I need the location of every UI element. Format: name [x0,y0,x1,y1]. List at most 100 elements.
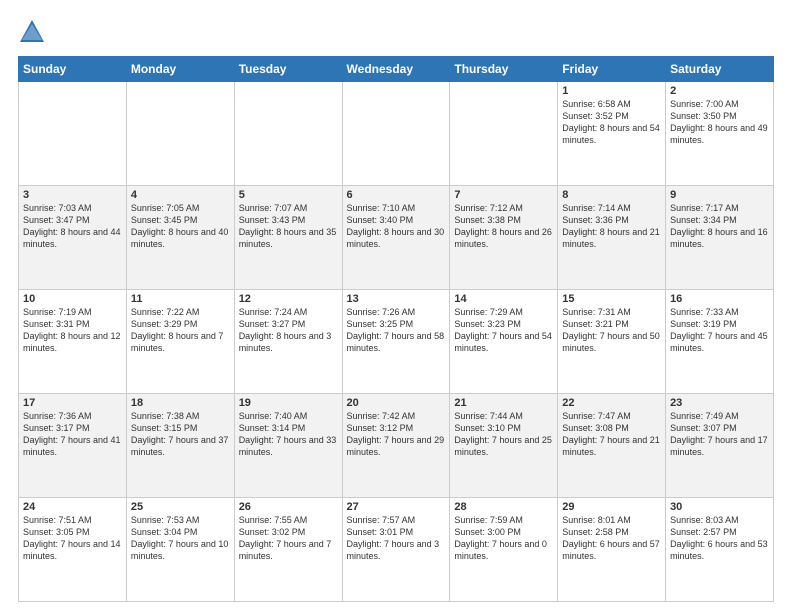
day-number: 25 [131,501,230,513]
day-number: 20 [347,397,446,409]
day-cell: 19Sunrise: 7:40 AM Sunset: 3:14 PM Dayli… [234,394,342,498]
day-number: 5 [239,189,338,201]
week-row-1: 1Sunrise: 6:58 AM Sunset: 3:52 PM Daylig… [19,82,774,186]
day-info: Sunrise: 7:03 AM Sunset: 3:47 PM Dayligh… [23,202,122,251]
day-number: 30 [670,501,769,513]
header [18,18,774,46]
day-number: 10 [23,293,122,305]
day-number: 8 [562,189,661,201]
week-row-2: 3Sunrise: 7:03 AM Sunset: 3:47 PM Daylig… [19,186,774,290]
day-number: 19 [239,397,338,409]
weekday-header-sunday: Sunday [19,57,127,82]
day-number: 2 [670,85,769,97]
weekday-header-thursday: Thursday [450,57,558,82]
day-info: Sunrise: 7:49 AM Sunset: 3:07 PM Dayligh… [670,410,769,459]
day-number: 21 [454,397,553,409]
day-info: Sunrise: 7:33 AM Sunset: 3:19 PM Dayligh… [670,306,769,355]
day-info: Sunrise: 8:01 AM Sunset: 2:58 PM Dayligh… [562,514,661,563]
day-cell: 3Sunrise: 7:03 AM Sunset: 3:47 PM Daylig… [19,186,127,290]
day-info: Sunrise: 7:00 AM Sunset: 3:50 PM Dayligh… [670,98,769,147]
day-info: Sunrise: 7:19 AM Sunset: 3:31 PM Dayligh… [23,306,122,355]
day-info: Sunrise: 6:58 AM Sunset: 3:52 PM Dayligh… [562,98,661,147]
day-number: 17 [23,397,122,409]
calendar-table: SundayMondayTuesdayWednesdayThursdayFrid… [18,56,774,602]
day-number: 15 [562,293,661,305]
day-info: Sunrise: 7:29 AM Sunset: 3:23 PM Dayligh… [454,306,553,355]
day-cell: 26Sunrise: 7:55 AM Sunset: 3:02 PM Dayli… [234,498,342,602]
day-cell: 27Sunrise: 7:57 AM Sunset: 3:01 PM Dayli… [342,498,450,602]
day-number: 4 [131,189,230,201]
day-cell [19,82,127,186]
day-cell: 22Sunrise: 7:47 AM Sunset: 3:08 PM Dayli… [558,394,666,498]
day-info: Sunrise: 7:38 AM Sunset: 3:15 PM Dayligh… [131,410,230,459]
day-cell: 15Sunrise: 7:31 AM Sunset: 3:21 PM Dayli… [558,290,666,394]
day-number: 22 [562,397,661,409]
day-number: 1 [562,85,661,97]
day-info: Sunrise: 7:55 AM Sunset: 3:02 PM Dayligh… [239,514,338,563]
weekday-header-wednesday: Wednesday [342,57,450,82]
day-info: Sunrise: 7:51 AM Sunset: 3:05 PM Dayligh… [23,514,122,563]
day-info: Sunrise: 7:24 AM Sunset: 3:27 PM Dayligh… [239,306,338,355]
day-info: Sunrise: 7:42 AM Sunset: 3:12 PM Dayligh… [347,410,446,459]
day-cell: 5Sunrise: 7:07 AM Sunset: 3:43 PM Daylig… [234,186,342,290]
day-cell: 7Sunrise: 7:12 AM Sunset: 3:38 PM Daylig… [450,186,558,290]
day-info: Sunrise: 7:59 AM Sunset: 3:00 PM Dayligh… [454,514,553,563]
day-cell: 24Sunrise: 7:51 AM Sunset: 3:05 PM Dayli… [19,498,127,602]
day-info: Sunrise: 7:47 AM Sunset: 3:08 PM Dayligh… [562,410,661,459]
day-info: Sunrise: 7:17 AM Sunset: 3:34 PM Dayligh… [670,202,769,251]
day-number: 23 [670,397,769,409]
day-number: 3 [23,189,122,201]
day-cell [450,82,558,186]
day-info: Sunrise: 7:14 AM Sunset: 3:36 PM Dayligh… [562,202,661,251]
day-cell: 1Sunrise: 6:58 AM Sunset: 3:52 PM Daylig… [558,82,666,186]
day-number: 9 [670,189,769,201]
day-cell: 8Sunrise: 7:14 AM Sunset: 3:36 PM Daylig… [558,186,666,290]
day-info: Sunrise: 7:22 AM Sunset: 3:29 PM Dayligh… [131,306,230,355]
day-cell [342,82,450,186]
weekday-header-monday: Monday [126,57,234,82]
day-number: 26 [239,501,338,513]
day-number: 13 [347,293,446,305]
day-info: Sunrise: 7:57 AM Sunset: 3:01 PM Dayligh… [347,514,446,563]
day-number: 29 [562,501,661,513]
day-info: Sunrise: 7:36 AM Sunset: 3:17 PM Dayligh… [23,410,122,459]
day-cell: 29Sunrise: 8:01 AM Sunset: 2:58 PM Dayli… [558,498,666,602]
day-number: 12 [239,293,338,305]
day-info: Sunrise: 7:26 AM Sunset: 3:25 PM Dayligh… [347,306,446,355]
day-number: 7 [454,189,553,201]
weekday-header-saturday: Saturday [666,57,774,82]
day-info: Sunrise: 7:05 AM Sunset: 3:45 PM Dayligh… [131,202,230,251]
day-cell: 12Sunrise: 7:24 AM Sunset: 3:27 PM Dayli… [234,290,342,394]
weekday-header-tuesday: Tuesday [234,57,342,82]
day-number: 18 [131,397,230,409]
week-row-4: 17Sunrise: 7:36 AM Sunset: 3:17 PM Dayli… [19,394,774,498]
weekday-header-friday: Friday [558,57,666,82]
day-cell: 20Sunrise: 7:42 AM Sunset: 3:12 PM Dayli… [342,394,450,498]
logo-icon [18,18,46,46]
day-number: 6 [347,189,446,201]
week-row-5: 24Sunrise: 7:51 AM Sunset: 3:05 PM Dayli… [19,498,774,602]
day-cell: 17Sunrise: 7:36 AM Sunset: 3:17 PM Dayli… [19,394,127,498]
day-info: Sunrise: 7:31 AM Sunset: 3:21 PM Dayligh… [562,306,661,355]
logo [18,18,48,46]
day-cell: 30Sunrise: 8:03 AM Sunset: 2:57 PM Dayli… [666,498,774,602]
day-cell: 6Sunrise: 7:10 AM Sunset: 3:40 PM Daylig… [342,186,450,290]
weekday-header-row: SundayMondayTuesdayWednesdayThursdayFrid… [19,57,774,82]
day-cell: 2Sunrise: 7:00 AM Sunset: 3:50 PM Daylig… [666,82,774,186]
calendar-page: SundayMondayTuesdayWednesdayThursdayFrid… [0,0,792,612]
day-info: Sunrise: 7:12 AM Sunset: 3:38 PM Dayligh… [454,202,553,251]
day-cell: 18Sunrise: 7:38 AM Sunset: 3:15 PM Dayli… [126,394,234,498]
day-cell: 16Sunrise: 7:33 AM Sunset: 3:19 PM Dayli… [666,290,774,394]
day-number: 27 [347,501,446,513]
day-number: 11 [131,293,230,305]
day-info: Sunrise: 7:44 AM Sunset: 3:10 PM Dayligh… [454,410,553,459]
day-number: 14 [454,293,553,305]
day-cell: 4Sunrise: 7:05 AM Sunset: 3:45 PM Daylig… [126,186,234,290]
day-cell: 9Sunrise: 7:17 AM Sunset: 3:34 PM Daylig… [666,186,774,290]
day-cell: 14Sunrise: 7:29 AM Sunset: 3:23 PM Dayli… [450,290,558,394]
day-number: 24 [23,501,122,513]
day-info: Sunrise: 7:10 AM Sunset: 3:40 PM Dayligh… [347,202,446,251]
day-cell: 28Sunrise: 7:59 AM Sunset: 3:00 PM Dayli… [450,498,558,602]
day-info: Sunrise: 7:07 AM Sunset: 3:43 PM Dayligh… [239,202,338,251]
day-cell [234,82,342,186]
